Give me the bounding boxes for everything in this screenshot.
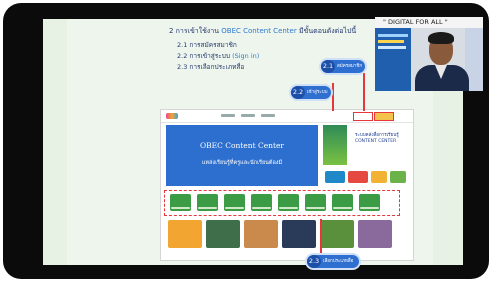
- site-topbar: [161, 110, 413, 123]
- media-type-tile[interactable]: [224, 194, 245, 211]
- callout-connector: [363, 73, 365, 111]
- callout-signin: 2.2 เข้าสู่ระบบ: [291, 86, 331, 99]
- presenter-hair: [428, 32, 454, 44]
- hero-banner: OBEC Content Center แหล่งเรียนรู้ที่ครูแ…: [166, 125, 318, 186]
- content-thumbnail[interactable]: [244, 220, 278, 248]
- content-thumbnails: [164, 220, 404, 250]
- nav-item: [241, 114, 255, 117]
- slide-heading: 2 การเข้าใช้งาน OBEC Content Center มีขั…: [169, 26, 356, 37]
- website-screenshot: OBEC Content Center แหล่งเรียนรู้ที่ครูแ…: [160, 109, 414, 261]
- hero-title: OBEC Content Center: [199, 141, 285, 150]
- step-text: 2.2 การเข้าสู่ระบบ: [177, 52, 230, 60]
- promo-block: [390, 171, 406, 183]
- heading-prefix: 2 การเข้าใช้งาน: [169, 27, 220, 35]
- webcam-banner-text: " DIGITAL FOR ALL ": [383, 18, 448, 26]
- promo-text: ระบบคลังสื่อการเรียนรู้ CONTENT CENTER: [355, 133, 399, 145]
- signin-button-highlight[interactable]: [353, 112, 373, 121]
- content-thumbnail[interactable]: [168, 220, 202, 248]
- callout-media-type: 2.3 เลือกประเภทสื่อ: [307, 255, 359, 268]
- nav-item: [261, 114, 275, 117]
- promo-strip: [323, 168, 408, 186]
- nav-item: [221, 114, 235, 117]
- callout-label: เข้าสู่ระบบ: [307, 90, 328, 95]
- media-type-tile[interactable]: [305, 194, 326, 211]
- background-poster: [375, 28, 411, 91]
- content-thumbnail[interactable]: [206, 220, 240, 248]
- webcam-banner: " DIGITAL FOR ALL ": [375, 17, 483, 28]
- media-type-tile[interactable]: [278, 194, 299, 211]
- step-item: 2.1 การสมัครสมาชิก: [177, 40, 237, 50]
- media-type-tile[interactable]: [197, 194, 218, 211]
- callout-number: 2.2: [291, 86, 305, 99]
- media-type-tile[interactable]: [359, 194, 380, 211]
- step-item: 2.2 การเข้าสู่ระบบ (Sign in): [177, 51, 259, 61]
- step-highlight: (Sign in): [232, 52, 260, 60]
- slide-left-margin: [43, 19, 67, 265]
- register-button-highlight[interactable]: [374, 112, 394, 121]
- step-text: 2.1 การสมัครสมาชิก: [177, 41, 237, 49]
- callout-number: 2.1: [321, 60, 335, 73]
- media-type-tile[interactable]: [332, 194, 353, 211]
- content-thumbnail[interactable]: [282, 220, 316, 248]
- promo-image: [323, 125, 347, 165]
- heading-suffix: มีขั้นตอนดังต่อไปนี้: [298, 27, 357, 35]
- media-type-bar: [164, 190, 400, 216]
- promo-block: [348, 171, 368, 183]
- step-text: 2.3 การเลือกประเภทสื่อ: [177, 63, 245, 71]
- promo-block: [371, 171, 387, 183]
- callout-label: สมัครสมาชิก: [337, 64, 363, 69]
- webcam-overlay: " DIGITAL FOR ALL ": [375, 17, 483, 91]
- promo-line: CONTENT CENTER: [355, 139, 397, 144]
- promo-card: ระบบคลังสื่อการเรียนรู้ CONTENT CENTER: [323, 125, 408, 165]
- heading-highlight: OBEC Content Center: [221, 27, 297, 35]
- site-logo: [166, 113, 178, 119]
- callout-connector: [320, 219, 322, 259]
- media-type-tile[interactable]: [251, 194, 272, 211]
- media-type-tile[interactable]: [170, 194, 191, 211]
- screen-frame: 2 การเข้าใช้งาน OBEC Content Center มีขั…: [3, 3, 489, 279]
- callout-label: เลือกประเภทสื่อ: [323, 259, 354, 264]
- promo-block: [325, 171, 345, 183]
- step-item: 2.3 การเลือกประเภทสื่อ: [177, 62, 244, 72]
- callout-connector: [332, 83, 334, 111]
- content-thumbnail[interactable]: [358, 220, 392, 248]
- callout-number: 2.3: [307, 255, 321, 268]
- callout-register: 2.1 สมัครสมาชิก: [321, 60, 365, 73]
- content-thumbnail[interactable]: [320, 220, 354, 248]
- hero-subtitle: แหล่งเรียนรู้ที่ครูและนักเรียนต้องมี: [201, 160, 283, 166]
